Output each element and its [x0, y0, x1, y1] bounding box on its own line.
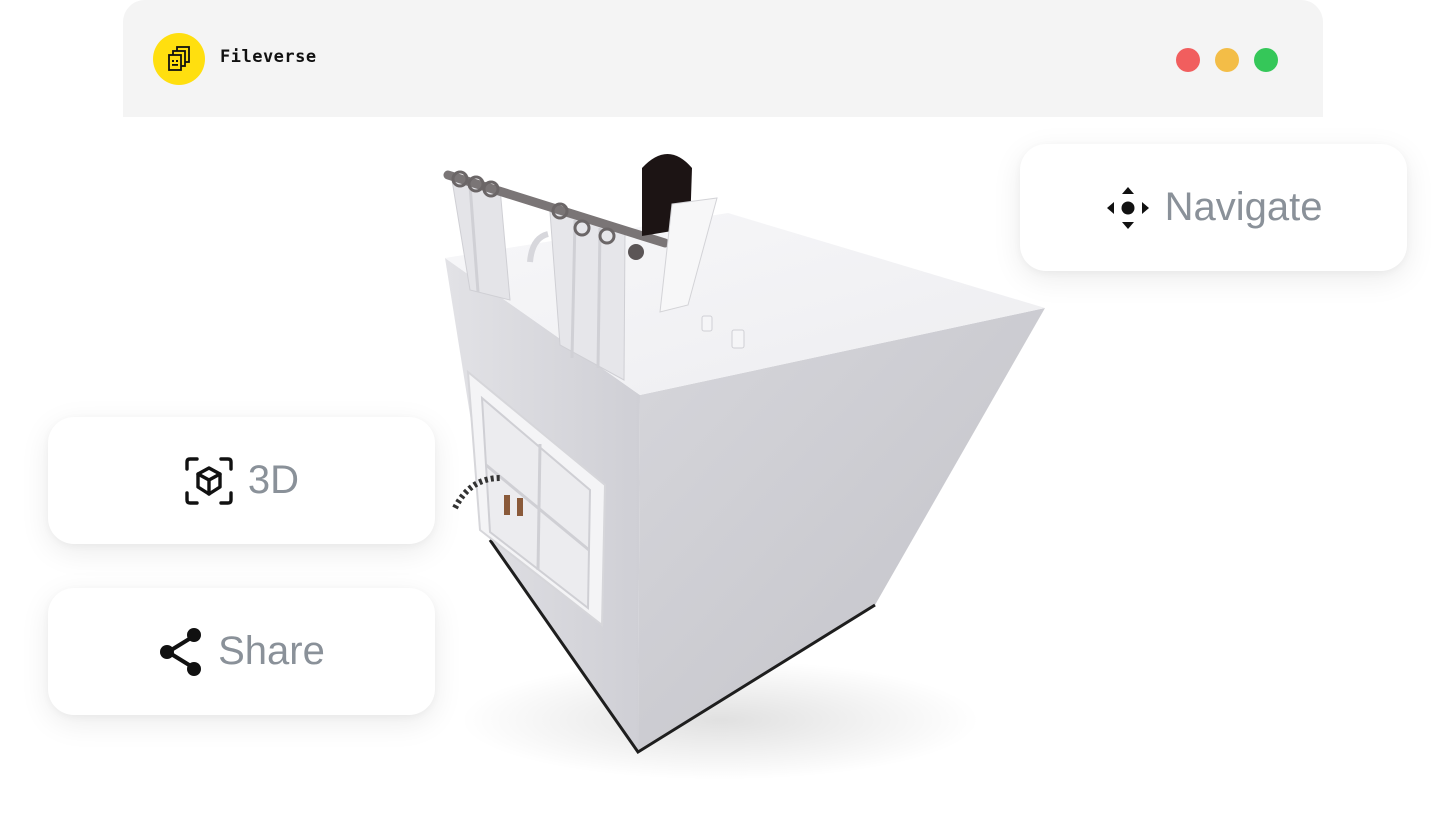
- room-model: [443, 154, 1045, 780]
- fileverse-logo-icon[interactable]: [153, 33, 205, 85]
- view-3d-button[interactable]: 3D: [48, 417, 435, 544]
- view-3d-label: 3D: [247, 458, 300, 502]
- app-title-bar: Fileverse: [123, 0, 1323, 117]
- share-icon: [158, 627, 204, 677]
- window-maximize-button[interactable]: [1254, 48, 1278, 72]
- navigate-button[interactable]: Navigate: [1020, 144, 1407, 271]
- window-minimize-button[interactable]: [1215, 48, 1239, 72]
- app-title: Fileverse: [220, 47, 317, 67]
- share-label: Share: [218, 629, 325, 673]
- window-close-button[interactable]: [1176, 48, 1200, 72]
- navigate-label: Navigate: [1164, 185, 1323, 229]
- move-arrows-icon: [1105, 185, 1151, 231]
- cube-scan-icon: [184, 456, 234, 506]
- share-button[interactable]: Share: [48, 588, 435, 715]
